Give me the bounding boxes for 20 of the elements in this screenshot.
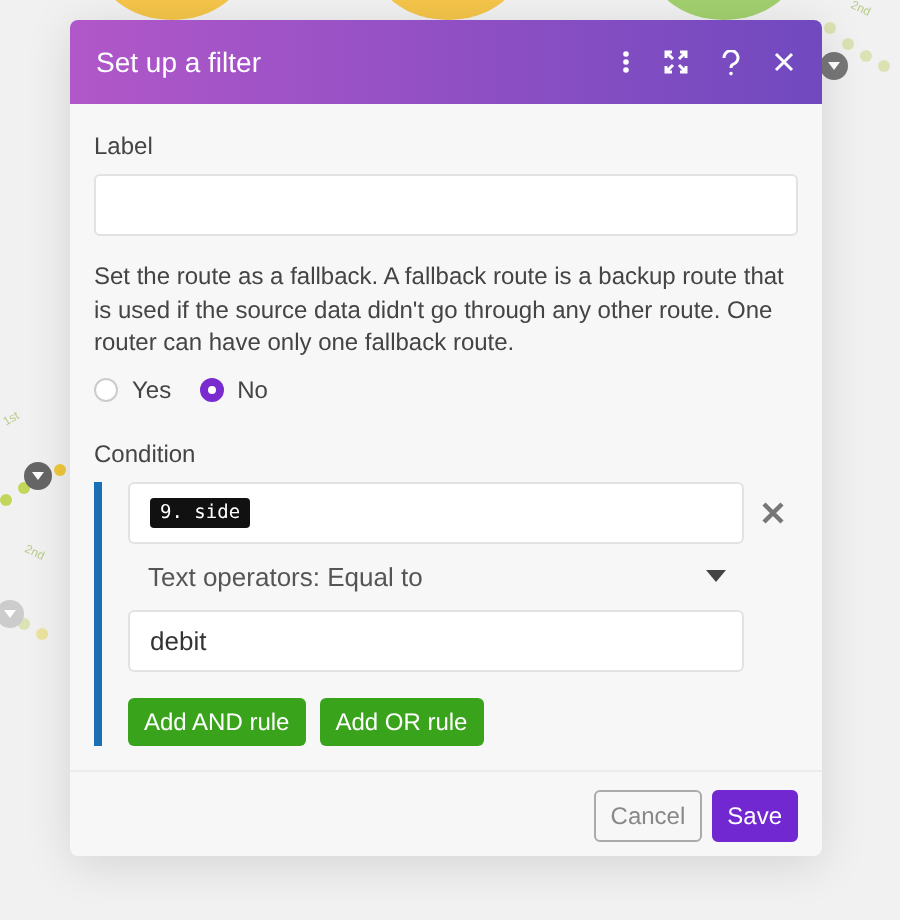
radio-label: No	[237, 375, 268, 403]
close-icon[interactable]	[762, 501, 784, 523]
radio-label: Yes	[132, 375, 172, 403]
field-label: Condition	[94, 439, 198, 467]
value-input[interactable]: debit	[128, 609, 744, 671]
variable-pill[interactable]: 9. side	[150, 497, 251, 527]
expand-icon[interactable]	[664, 50, 688, 74]
radio-button[interactable]	[199, 377, 224, 401]
help-icon[interactable]	[722, 49, 740, 75]
label-input[interactable]	[94, 174, 798, 236]
caret-icon	[706, 570, 726, 582]
filter-icon[interactable]	[820, 52, 848, 80]
operator-dropdown[interactable]: Text operators: Equal to	[128, 543, 744, 609]
save-button[interactable]: Save	[711, 789, 798, 841]
more-icon[interactable]	[622, 50, 630, 74]
dialog-title: Set up a filter	[96, 46, 261, 78]
operand-field[interactable]: 9. side	[128, 481, 744, 543]
fallback-description: Set the route as a fallback. A fallback route is a backup route that is used if the source data didn't go through any other route. One router can have only one fallback route.	[94, 260, 786, 359]
field-label: Label	[94, 132, 155, 160]
filter-icon[interactable]	[24, 462, 52, 490]
